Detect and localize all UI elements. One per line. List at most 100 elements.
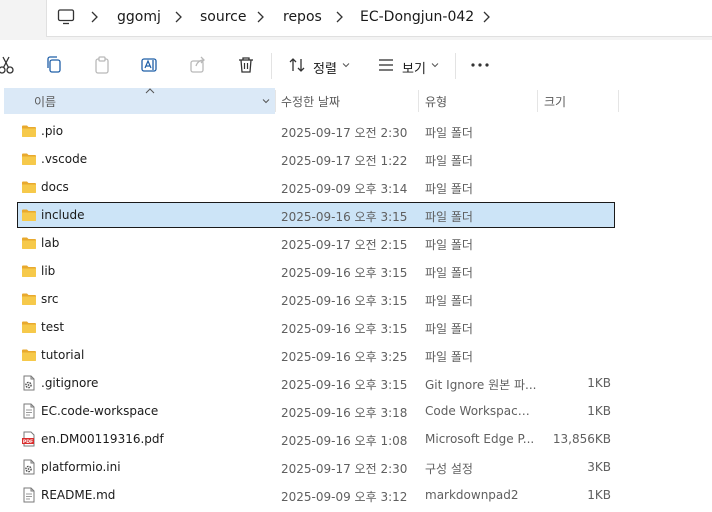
file-type: 파일 폴더 xyxy=(425,350,473,364)
file-name[interactable]: lab xyxy=(41,236,59,250)
chevron-down-icon[interactable] xyxy=(431,61,439,69)
file-row[interactable]: .pio 2025-09-17 오전 2:30 파일 폴더 xyxy=(17,118,615,144)
file-row[interactable]: lib 2025-09-16 오후 3:15 파일 폴더 xyxy=(17,258,615,284)
file-row[interactable]: .vscode 2025-09-17 오전 1:22 파일 폴더 xyxy=(17,146,615,172)
sort-icon[interactable] xyxy=(287,55,307,75)
file-row[interactable]: .gitignore 2025-09-16 오후 3:15 Git Ignore 원… xyxy=(17,370,615,396)
sort-button-label[interactable]: 정렬 xyxy=(313,58,337,77)
paste-icon[interactable] xyxy=(92,55,112,75)
file-size: 13,856KB xyxy=(552,432,611,446)
file-type: 파일 폴더 xyxy=(425,322,473,336)
file-row[interactable]: docs 2025-09-09 오후 3:14 파일 폴더 xyxy=(17,174,615,200)
file-row[interactable]: platformio.ini 2025-09-17 오전 2:30 구성 설정 3KB xyxy=(17,454,615,480)
file-name[interactable]: EC.code-workspace xyxy=(41,404,158,418)
file-name[interactable]: en.DM00119316.pdf xyxy=(41,432,164,446)
file-modified-date: 2025-09-16 오후 3:25 xyxy=(281,350,408,364)
file-icon xyxy=(21,487,37,503)
file-type: 구성 설정 xyxy=(425,462,473,476)
column-name-label[interactable]: 이름 xyxy=(34,93,56,110)
file-modified-date: 2025-09-17 오전 2:30 xyxy=(281,126,408,140)
file-row[interactable]: EC.code-workspace 2025-09-16 오후 3:18 Code … xyxy=(17,398,615,424)
breadcrumb-item[interactable]: source xyxy=(200,9,247,25)
file-name[interactable]: README.md xyxy=(41,488,115,502)
breadcrumb-item[interactable]: ggomj xyxy=(117,9,161,25)
file-name[interactable]: .gitignore xyxy=(41,376,98,390)
address-bar: ggomj source repos EC-Dongjun-042 xyxy=(0,0,712,40)
chevron-down-icon[interactable] xyxy=(342,61,350,69)
chevron-right-icon[interactable] xyxy=(334,9,344,25)
file-row[interactable]: tutorial 2025-09-16 오후 3:25 파일 폴더 xyxy=(17,342,615,368)
monitor-icon[interactable] xyxy=(57,8,75,26)
file-modified-date: 2025-09-09 오후 3:14 xyxy=(281,182,408,196)
file-modified-date: 2025-09-16 오후 1:08 xyxy=(281,434,408,448)
column-separator[interactable] xyxy=(275,90,276,112)
file-modified-date: 2025-09-16 오후 3:15 xyxy=(281,294,408,308)
file-type: 파일 폴더 xyxy=(425,266,473,280)
column-type-label[interactable]: 유형 xyxy=(425,93,447,110)
breadcrumb-item[interactable]: EC-Dongjun-042 xyxy=(360,9,474,25)
chevron-right-icon[interactable] xyxy=(255,9,265,25)
file-name[interactable]: .vscode xyxy=(41,152,87,166)
folder-icon xyxy=(21,347,37,363)
file-name[interactable]: src xyxy=(41,292,59,306)
chevron-right-icon[interactable] xyxy=(173,9,183,25)
chevron-right-icon[interactable] xyxy=(481,9,491,25)
file-row[interactable]: src 2025-09-16 오후 3:15 파일 폴더 xyxy=(17,286,615,312)
file-size: 1KB xyxy=(587,488,611,502)
chevron-right-icon[interactable] xyxy=(89,9,99,25)
file-modified-date: 2025-09-16 오후 3:15 xyxy=(281,210,408,224)
file-name[interactable]: lib xyxy=(41,264,55,278)
column-header: 이름 수정한 날짜 유형 크기 xyxy=(0,88,712,114)
file-name[interactable]: platformio.ini xyxy=(41,460,121,474)
folder-icon xyxy=(21,123,37,139)
column-separator[interactable] xyxy=(618,90,619,112)
share-icon[interactable] xyxy=(188,55,208,75)
file-row[interactable]: include 2025-09-16 오후 3:15 파일 폴더 xyxy=(17,202,615,228)
column-separator[interactable] xyxy=(418,90,419,112)
delete-icon[interactable] xyxy=(236,55,256,75)
file-row[interactable]: PDF en.DM00119316.pdf 2025-09-16 오후 1:08 Mi… xyxy=(17,426,615,452)
file-modified-date: 2025-09-16 오후 3:15 xyxy=(281,322,408,336)
rename-icon[interactable] xyxy=(140,55,160,75)
more-options-icon[interactable] xyxy=(470,55,490,75)
cut-icon[interactable] xyxy=(0,55,17,75)
gear-file-icon xyxy=(21,375,37,391)
file-row[interactable]: test 2025-09-16 오후 3:15 파일 폴더 xyxy=(17,314,615,340)
file-type: 파일 폴더 xyxy=(425,294,473,308)
file-type: 파일 폴더 xyxy=(425,154,473,168)
file-icon xyxy=(21,403,37,419)
column-separator[interactable] xyxy=(537,90,538,112)
file-name[interactable]: tutorial xyxy=(41,348,84,362)
copy-icon[interactable] xyxy=(44,55,64,75)
file-row[interactable]: lab 2025-09-17 오전 2:15 파일 폴더 xyxy=(17,230,615,256)
file-type: Git Ignore 원본 파... xyxy=(425,378,537,392)
file-modified-date: 2025-09-17 오전 1:22 xyxy=(281,154,408,168)
file-type: Code Workspace ... xyxy=(425,404,537,418)
folder-icon xyxy=(21,207,37,223)
file-name[interactable]: test xyxy=(41,320,64,334)
file-size: 3KB xyxy=(587,460,611,474)
file-size: 1KB xyxy=(587,376,611,390)
pdf-icon: PDF xyxy=(21,431,37,447)
view-icon[interactable] xyxy=(376,55,396,75)
breadcrumb-item[interactable]: repos xyxy=(283,9,322,25)
column-size-label[interactable]: 크기 xyxy=(544,93,566,110)
file-type: 파일 폴더 xyxy=(425,126,473,140)
toolbar-divider xyxy=(455,53,456,79)
folder-icon xyxy=(21,151,37,167)
file-name[interactable]: docs xyxy=(41,180,69,194)
chevron-down-icon[interactable] xyxy=(262,97,270,105)
gear-file-icon xyxy=(21,459,37,475)
svg-text:PDF: PDF xyxy=(23,439,33,445)
folder-icon xyxy=(21,291,37,307)
file-row[interactable]: README.md 2025-09-09 오후 3:12 markdownpad2 1… xyxy=(17,482,615,508)
view-button-label[interactable]: 보기 xyxy=(402,58,426,77)
command-bar: 정렬 보기 xyxy=(0,41,712,88)
file-modified-date: 2025-09-16 오후 3:18 xyxy=(281,406,408,420)
column-date-label[interactable]: 수정한 날짜 xyxy=(281,93,340,110)
file-name[interactable]: include xyxy=(41,208,84,222)
file-name[interactable]: .pio xyxy=(41,124,63,138)
file-type: Microsoft Edge P... xyxy=(425,432,535,446)
file-type: 파일 폴더 xyxy=(425,182,473,196)
sort-ascending-icon xyxy=(145,88,155,94)
